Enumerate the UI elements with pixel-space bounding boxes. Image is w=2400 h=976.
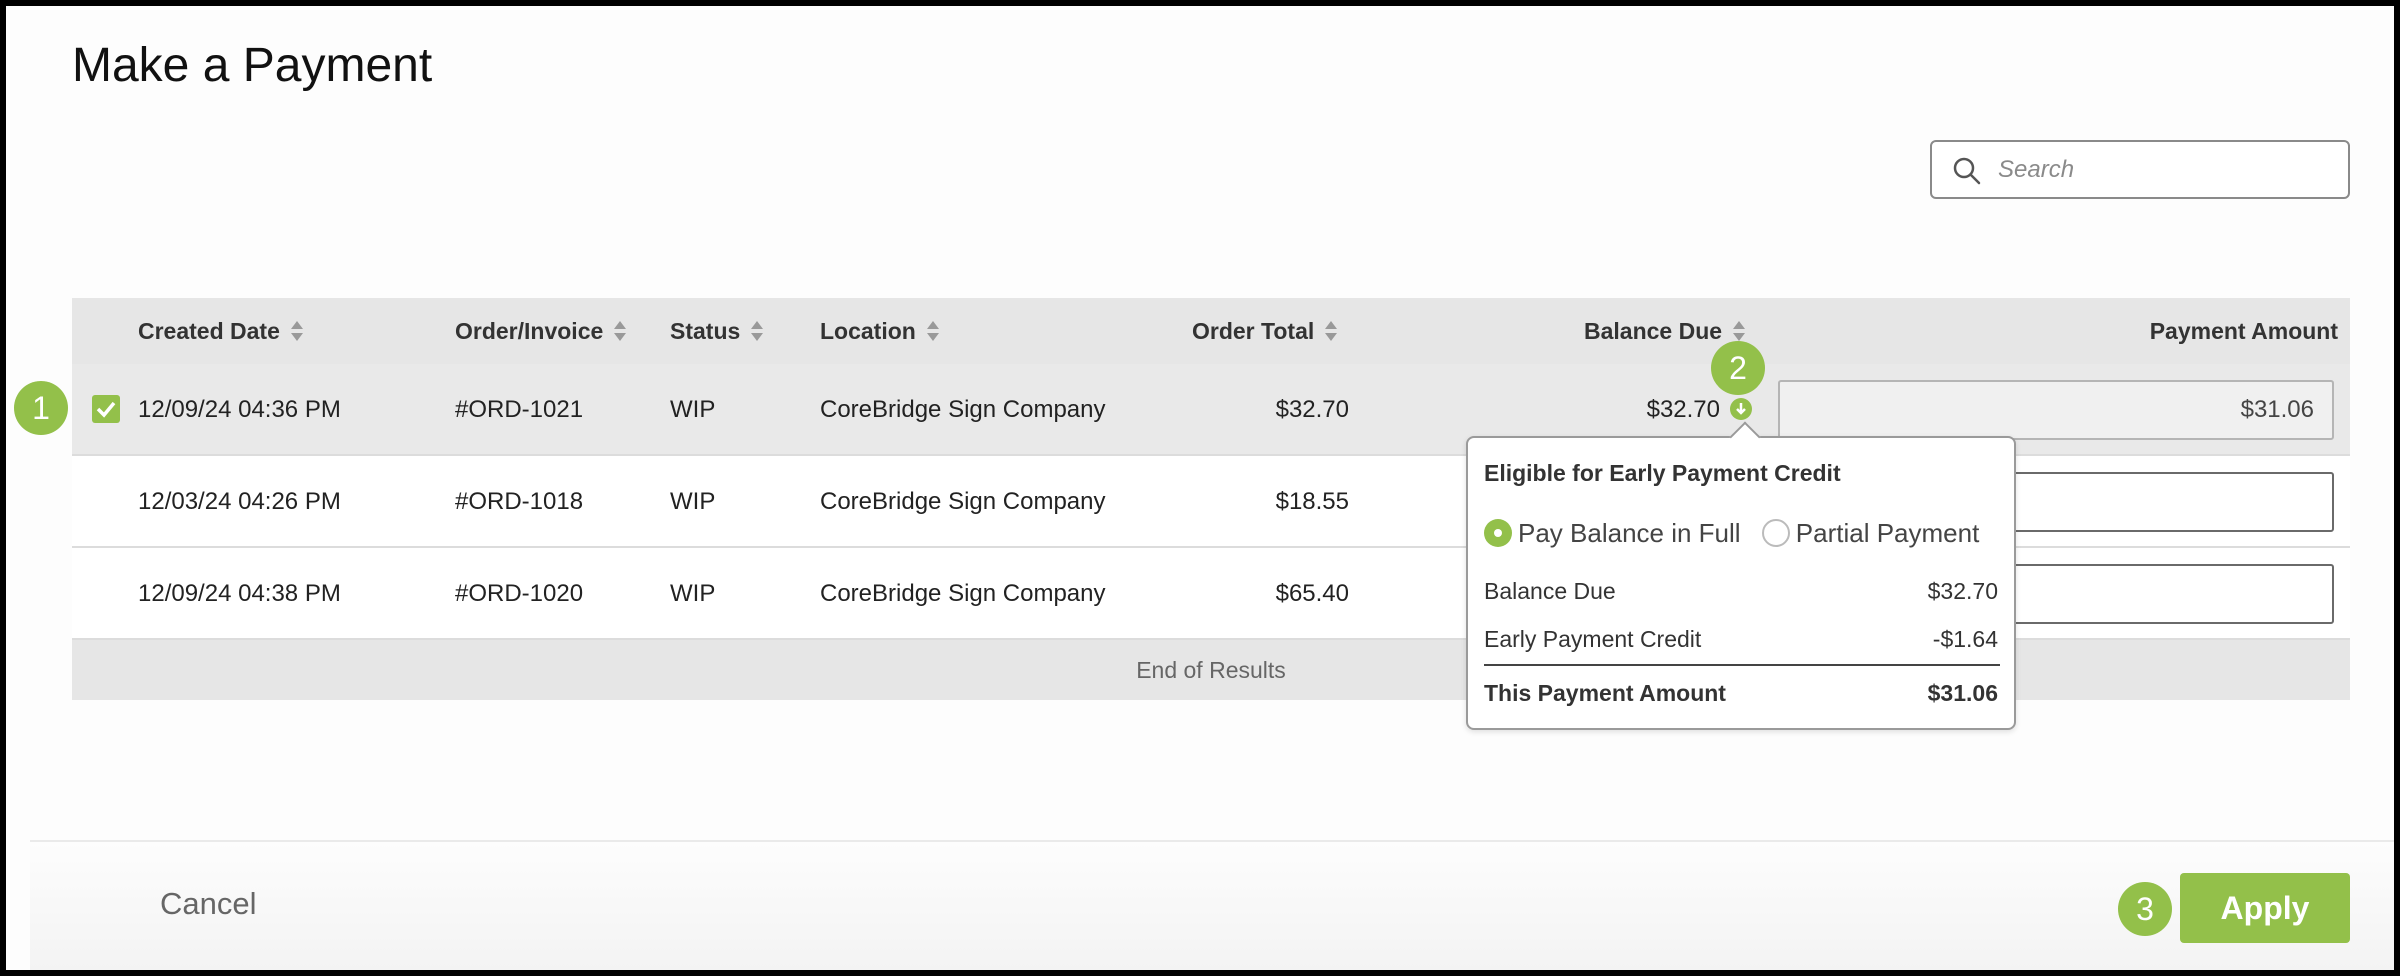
popover-total-line: This Payment Amount $31.06	[1484, 680, 2000, 707]
cell-location: CoreBridge Sign Company	[820, 396, 1106, 423]
line-value: $32.70	[1927, 578, 1998, 604]
search-icon	[1953, 157, 1981, 185]
search-input[interactable]	[1998, 150, 2328, 190]
cell-created: 12/09/24 04:36 PM	[138, 396, 341, 423]
col-location[interactable]: Location	[820, 298, 940, 364]
cell-status: WIP	[670, 488, 716, 515]
line-label: Early Payment Credit	[1484, 626, 1702, 652]
sort-icon[interactable]	[926, 320, 940, 342]
early-payment-popover: Eligible for Early Payment Credit Pay Ba…	[1466, 436, 2016, 730]
col-label: Location	[820, 318, 916, 344]
popover-title: Eligible for Early Payment Credit	[1484, 460, 1841, 486]
option-partial[interactable]: Partial Payment	[1761, 518, 1980, 549]
step-badge-3: 3	[2118, 882, 2172, 936]
popover-balance-line: Balance Due $32.70	[1484, 578, 2000, 605]
col-label: Order/Invoice	[455, 318, 604, 344]
popover-credit-line: Early Payment Credit -$1.64	[1484, 626, 2000, 653]
check-icon	[96, 401, 116, 418]
radio-selected-icon[interactable]	[1484, 519, 1512, 548]
page-title: Make a Payment	[72, 39, 433, 92]
line-label: Balance Due	[1484, 578, 1616, 604]
step-badge-2: 2	[1711, 341, 1765, 395]
cell-created: 12/09/24 04:38 PM	[138, 580, 341, 607]
cell-location: CoreBridge Sign Company	[820, 488, 1106, 515]
sort-icon[interactable]	[1732, 320, 1746, 342]
option-label: Pay Balance in Full	[1518, 518, 1741, 548]
col-order-total[interactable]: Order Total	[1192, 298, 1338, 364]
cell-order: #ORD-1021	[455, 396, 584, 423]
cell-status: WIP	[670, 580, 716, 607]
col-label: Status	[670, 318, 741, 344]
table-header: Created Date Order/Invoice Status Locati…	[72, 298, 2350, 364]
cell-order: #ORD-1020	[455, 580, 584, 607]
line-value: $31.06	[1927, 680, 1998, 706]
line-value: -$1.64	[1932, 626, 1998, 652]
cell-order-total: $18.55	[1275, 488, 1349, 515]
cell-order: #ORD-1018	[455, 488, 584, 515]
cell-order-total: $65.40	[1275, 580, 1349, 607]
step-badge-1: 1	[14, 381, 68, 435]
cancel-button[interactable]: Cancel	[160, 886, 257, 922]
col-label: Order Total	[1192, 318, 1315, 344]
col-order-invoice[interactable]: Order/Invoice	[455, 298, 627, 364]
col-payment-amount: Payment Amount	[2149, 318, 2338, 344]
row-checkbox[interactable]	[92, 395, 120, 423]
sort-icon[interactable]	[613, 320, 627, 342]
radio-unselected-icon[interactable]	[1761, 519, 1790, 548]
line-label: This Payment Amount	[1484, 680, 1726, 706]
cell-location: CoreBridge Sign Company	[820, 580, 1106, 607]
search-box[interactable]	[1930, 140, 2350, 199]
col-created-date[interactable]: Created Date	[138, 298, 304, 364]
cell-created: 12/03/24 04:26 PM	[138, 488, 341, 515]
sort-icon[interactable]	[1324, 320, 1338, 342]
dialog-footer	[30, 840, 2394, 970]
col-label: Balance Due	[1584, 318, 1723, 344]
apply-button[interactable]: Apply	[2180, 873, 2350, 943]
option-pay-full[interactable]: Pay Balance in Full	[1484, 518, 1741, 549]
sort-icon[interactable]	[750, 320, 764, 342]
cell-status: WIP	[670, 396, 716, 423]
col-label: Created Date	[138, 318, 280, 344]
balance-details-icon[interactable]	[1730, 398, 1752, 420]
payment-option-group: Pay Balance in Full Partial Payment	[1484, 518, 1993, 549]
col-status[interactable]: Status	[670, 298, 764, 364]
payment-amount-input[interactable]	[1778, 380, 2334, 440]
sort-icon[interactable]	[290, 320, 304, 342]
option-label: Partial Payment	[1795, 518, 1980, 548]
cell-order-total: $32.70	[1275, 396, 1349, 423]
divider	[1484, 664, 2000, 666]
